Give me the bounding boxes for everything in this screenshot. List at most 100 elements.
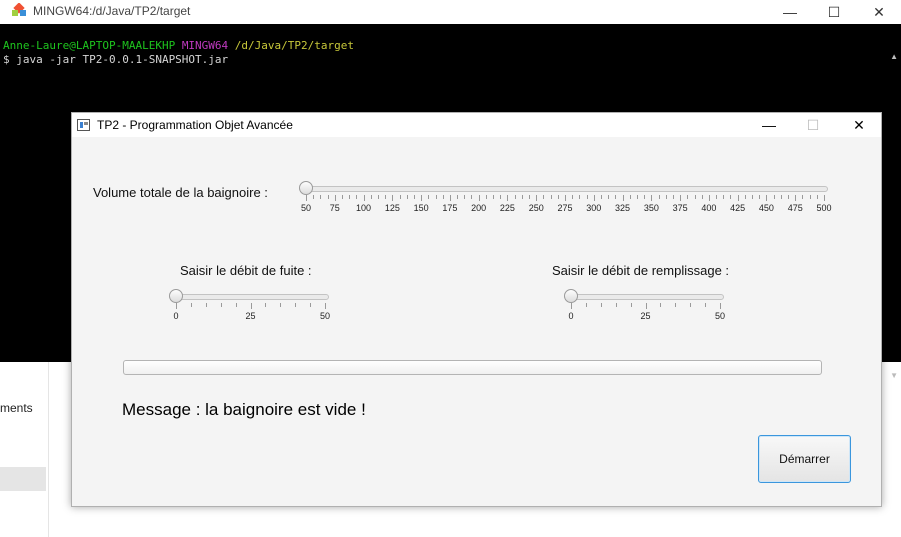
tp2-dialog[interactable]: TP2 - Programmation Objet Avancée — ☐ ✕ … [71, 112, 882, 507]
slider-tick [370, 195, 372, 199]
dialog-titlebar[interactable]: TP2 - Programmation Objet Avancée — ☐ ✕ [72, 113, 881, 137]
slider-tick [651, 195, 653, 201]
slider-tick [176, 303, 177, 309]
slider-tick [694, 195, 696, 199]
terminal-scrollbar[interactable]: ▲ ▼ [885, 24, 901, 380]
slider-tick [557, 195, 559, 199]
slider-tick [629, 195, 631, 199]
dialog-close-button[interactable]: ✕ [836, 113, 882, 137]
slider-fill-thumb[interactable] [564, 289, 578, 303]
slider-tick [579, 195, 581, 199]
slider-tick [720, 303, 721, 309]
slider-tick [529, 195, 531, 199]
slider-tick-label: 400 [701, 203, 717, 213]
fill-rate-label: Saisir le débit de remplissage : [552, 263, 730, 278]
slider-tick [320, 195, 322, 199]
background-divider [48, 360, 49, 537]
terminal-prompt-line: Anne-Laure@LAPTOP-MAALEKHP MINGW64 /d/Ja… [3, 39, 354, 53]
slider-tick-label: 0 [173, 311, 179, 321]
slider-tick [600, 195, 602, 199]
slider-tick-label: 175 [442, 203, 458, 213]
slider-tick-label: 275 [557, 203, 573, 213]
slider-tick [265, 303, 267, 307]
slider-tick [585, 303, 587, 307]
slider-tick-label: 100 [356, 203, 372, 213]
slider-tick [759, 195, 761, 199]
slider-tick [313, 195, 315, 199]
slider-tick [464, 195, 466, 199]
terminal-close-button[interactable]: ✕ [856, 0, 901, 24]
slider-tick [306, 195, 307, 201]
slider-tick [780, 195, 782, 199]
slider-tick [442, 195, 444, 199]
dialog-title: TP2 - Programmation Objet Avancée [97, 118, 293, 132]
scroll-up-icon[interactable]: ▲ [890, 52, 898, 61]
slider-leak-track[interactable] [174, 294, 329, 300]
slider-tick [356, 195, 358, 199]
dialog-minimize-button[interactable]: — [746, 113, 792, 137]
slider-tick [327, 195, 329, 199]
slider-tick [478, 195, 480, 201]
slider-tick [766, 195, 768, 201]
slider-tick [816, 195, 818, 199]
slider-tick-label: 425 [730, 203, 746, 213]
slider-tick [660, 303, 662, 307]
slider-tick [687, 195, 689, 199]
slider-tick [773, 195, 775, 199]
slider-tick [701, 195, 703, 199]
slider-tick [608, 195, 610, 199]
terminal-titlebar[interactable]: MINGW64:/d/Java/TP2/target — ☐ ✕ [0, 0, 901, 24]
slider-tick [485, 195, 487, 199]
slider-tick [536, 195, 538, 201]
slider-tick [514, 195, 516, 199]
start-button[interactable]: Démarrer [758, 435, 851, 483]
slider-tick-label: 225 [499, 203, 515, 213]
slider-tick-label: 325 [615, 203, 631, 213]
slider-tick-label: 375 [672, 203, 688, 213]
slider-tick-label: 50 [319, 311, 331, 321]
slider-tick [630, 303, 632, 307]
slider-tick [586, 195, 588, 199]
background-sidebar-item[interactable]: ments [0, 401, 33, 415]
slider-tick [615, 303, 617, 307]
slider-tick [802, 195, 804, 199]
slider-tick [788, 195, 790, 199]
slider-fill-track[interactable] [569, 294, 724, 300]
dialog-maximize-button[interactable]: ☐ [790, 113, 836, 137]
prompt-path: /d/Java/TP2/target [234, 39, 355, 52]
background-sidebar-selected[interactable] [0, 467, 46, 491]
slider-tick [385, 195, 387, 199]
slider-tick [471, 195, 473, 199]
prompt-env: MINGW64 [181, 39, 229, 52]
slider-tick-label: 450 [758, 203, 774, 213]
slider-tick [672, 195, 674, 199]
slider-volume-track[interactable] [304, 186, 828, 192]
scroll-down-icon[interactable]: ▼ [890, 371, 898, 380]
slider-tick [658, 195, 660, 199]
slider-tick [190, 303, 192, 307]
slider-tick [550, 195, 552, 199]
slider-tick [645, 303, 647, 309]
slider-tick [310, 303, 312, 307]
slider-tick-label: 300 [586, 203, 602, 213]
slider-tick-label: 0 [568, 311, 574, 321]
slider-leak-thumb[interactable] [169, 289, 183, 303]
slider-tick [521, 195, 523, 199]
slider-tick-label: 200 [471, 203, 487, 213]
slider-tick-label: 50 [714, 311, 726, 321]
slider-tick [428, 195, 430, 199]
slider-volume-thumb[interactable] [299, 181, 313, 195]
slider-tick [295, 303, 297, 307]
slider-tick [675, 303, 677, 307]
java-app-icon [77, 119, 90, 131]
slider-tick [363, 195, 365, 201]
slider-tick-label: 475 [787, 203, 803, 213]
slider-tick [220, 303, 222, 307]
terminal-title: MINGW64:/d/Java/TP2/target [33, 4, 191, 18]
slider-tick [280, 303, 282, 307]
slider-tick [421, 195, 423, 201]
leak-rate-label: Saisir le débit de fuite : [180, 263, 312, 278]
terminal-minimize-button[interactable]: — [767, 0, 813, 24]
slider-tick [809, 195, 811, 199]
terminal-maximize-button[interactable]: ☐ [811, 0, 857, 24]
